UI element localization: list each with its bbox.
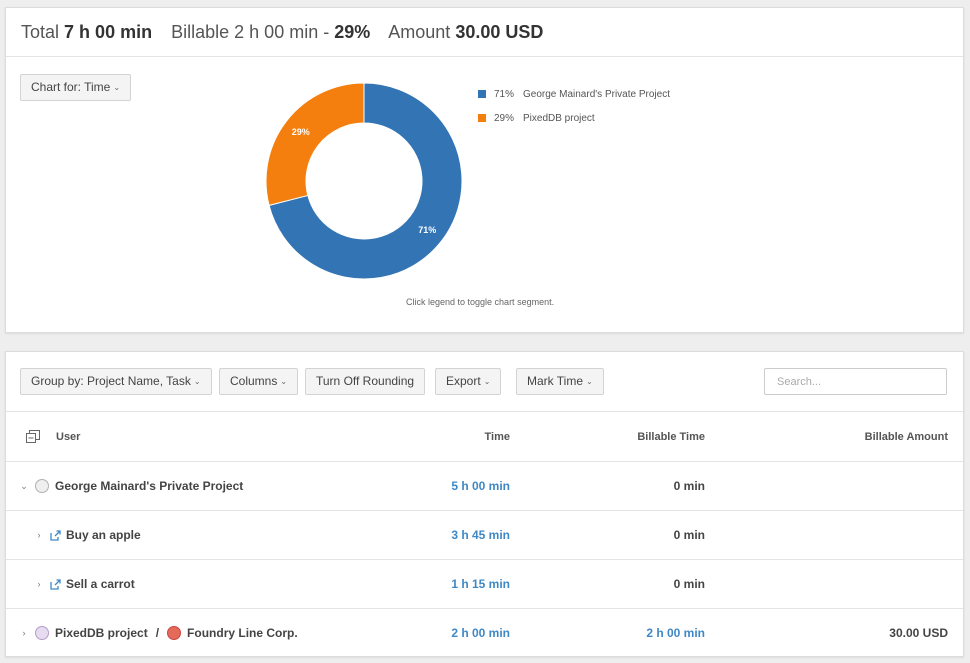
row-name: › Sell a carrot bbox=[6, 560, 135, 608]
header-user: User bbox=[6, 412, 80, 461]
row-billable-amount: 30.00 USD bbox=[889, 626, 948, 640]
task-name: Buy an apple bbox=[66, 528, 141, 542]
chevron-down-icon: ⌄ bbox=[586, 377, 593, 386]
legend-percent: 71% bbox=[494, 88, 515, 100]
separator: / bbox=[155, 626, 160, 640]
header-billable-time[interactable]: Billable Time bbox=[637, 412, 705, 461]
client-avatar-icon bbox=[167, 626, 182, 640]
table-header: User Time Billable Time Billable Amount bbox=[6, 411, 963, 461]
mark-time-dropdown[interactable]: Mark Time ⌄ bbox=[516, 368, 604, 395]
turn-off-rounding-button[interactable]: Turn Off Rounding bbox=[305, 368, 426, 395]
collapse-all-icon[interactable] bbox=[26, 430, 40, 443]
table-row[interactable]: › Sell a carrot 1 h 15 min 0 min bbox=[6, 559, 963, 608]
chevron-down-icon: ⌄ bbox=[483, 377, 491, 386]
donut-slice-label: 71% bbox=[418, 225, 436, 235]
task-name: Sell a carrot bbox=[66, 577, 135, 591]
row-billable-time: 0 min bbox=[673, 528, 705, 542]
mark-time-label: Mark Time bbox=[527, 374, 584, 388]
header-billable-amount[interactable]: Billable Amount bbox=[865, 412, 948, 461]
amount-label: Amount bbox=[388, 22, 451, 42]
chart-panel: Total 7 h 00 min Billable 2 h 00 min - 2… bbox=[5, 7, 964, 333]
chevron-down-icon: ⌄ bbox=[113, 83, 121, 92]
row-billable-time: 0 min bbox=[673, 479, 705, 493]
legend-swatch bbox=[478, 90, 486, 98]
search-input[interactable] bbox=[764, 368, 947, 395]
chevron-right-icon[interactable]: › bbox=[34, 530, 44, 540]
task-link-icon[interactable] bbox=[50, 529, 61, 541]
chevron-down-icon: ⌄ bbox=[280, 377, 288, 386]
table-row[interactable]: › PixedDB project / Foundry Line Corp. 2… bbox=[6, 608, 963, 656]
chevron-down-icon[interactable]: ⌄ bbox=[19, 481, 29, 492]
columns-label: Columns bbox=[230, 374, 278, 388]
legend-label: George Mainard's Private Project bbox=[523, 88, 670, 100]
row-name: › PixedDB project / Foundry Line Corp. bbox=[6, 609, 298, 656]
group-by-label: Group by: Project Name, Task bbox=[31, 374, 191, 388]
row-name: ⌄ George Mainard's Private Project bbox=[6, 462, 243, 510]
total-value: 7 h 00 min bbox=[64, 22, 153, 42]
billable-label: Billable bbox=[171, 22, 230, 42]
chevron-down-icon: ⌄ bbox=[193, 377, 201, 386]
legend-item-private-project[interactable]: 71% George Mainard's Private Project bbox=[478, 88, 670, 100]
project-avatar-icon bbox=[35, 479, 49, 493]
project-name: George Mainard's Private Project bbox=[55, 479, 244, 493]
donut-slice[interactable] bbox=[265, 82, 365, 206]
amount-value: 30.00 USD bbox=[455, 22, 544, 42]
row-billable-time[interactable]: 2 h 00 min bbox=[646, 609, 705, 656]
report-table: User Time Billable Time Billable Amount … bbox=[6, 411, 963, 656]
chevron-right-icon[interactable]: › bbox=[19, 628, 29, 638]
chart-hint: Click legend to toggle chart segment. bbox=[406, 297, 555, 307]
legend-item-pixeddb-project[interactable]: 29% PixedDB project bbox=[478, 112, 670, 124]
chart-legend: 71% George Mainard's Private Project 29%… bbox=[478, 88, 670, 136]
billable-value: 2 h 00 min - bbox=[234, 22, 330, 42]
donut-chart: 71% 29% bbox=[265, 82, 463, 280]
export-dropdown[interactable]: Export ⌄ bbox=[435, 368, 502, 395]
row-billable-time: 0 min bbox=[673, 577, 705, 591]
row-name: › Buy an apple bbox=[6, 511, 141, 559]
billable-percent: 29% bbox=[334, 22, 371, 42]
header-user-label[interactable]: User bbox=[56, 431, 80, 443]
export-label: Export bbox=[446, 374, 481, 388]
group-by-dropdown[interactable]: Group by: Project Name, Task ⌄ bbox=[20, 368, 212, 395]
legend-swatch bbox=[478, 114, 486, 122]
chart-for-label: Chart for: Time bbox=[31, 80, 111, 94]
project-avatar-icon bbox=[35, 626, 49, 640]
legend-percent: 29% bbox=[494, 112, 515, 124]
row-time[interactable]: 2 h 00 min bbox=[451, 609, 510, 656]
row-time[interactable]: 5 h 00 min bbox=[451, 462, 510, 510]
columns-dropdown[interactable]: Columns ⌄ bbox=[219, 368, 299, 395]
client-name: Foundry Line Corp. bbox=[187, 626, 298, 640]
total-label: Total bbox=[21, 22, 60, 42]
rounding-label: Turn Off Rounding bbox=[316, 374, 415, 388]
project-name: PixedDB project bbox=[55, 626, 148, 640]
table-row[interactable]: › Buy an apple 3 h 45 min 0 min bbox=[6, 510, 963, 559]
task-link-icon[interactable] bbox=[50, 578, 61, 590]
row-time[interactable]: 3 h 45 min bbox=[451, 511, 510, 559]
chevron-right-icon[interactable]: › bbox=[34, 579, 44, 589]
report-panel: Group by: Project Name, Task ⌄ Columns ⌄ T… bbox=[5, 351, 964, 657]
header-time[interactable]: Time bbox=[485, 412, 510, 461]
row-time[interactable]: 1 h 15 min bbox=[451, 560, 510, 608]
legend-label: PixedDB project bbox=[523, 112, 595, 124]
chart-for-dropdown[interactable]: Chart for: Time ⌄ bbox=[20, 74, 132, 101]
table-row[interactable]: ⌄ George Mainard's Private Project 5 h 0… bbox=[6, 461, 963, 510]
donut-slice-label: 29% bbox=[292, 127, 310, 137]
summary-bar: Total 7 h 00 min Billable 2 h 00 min - 2… bbox=[6, 8, 963, 57]
